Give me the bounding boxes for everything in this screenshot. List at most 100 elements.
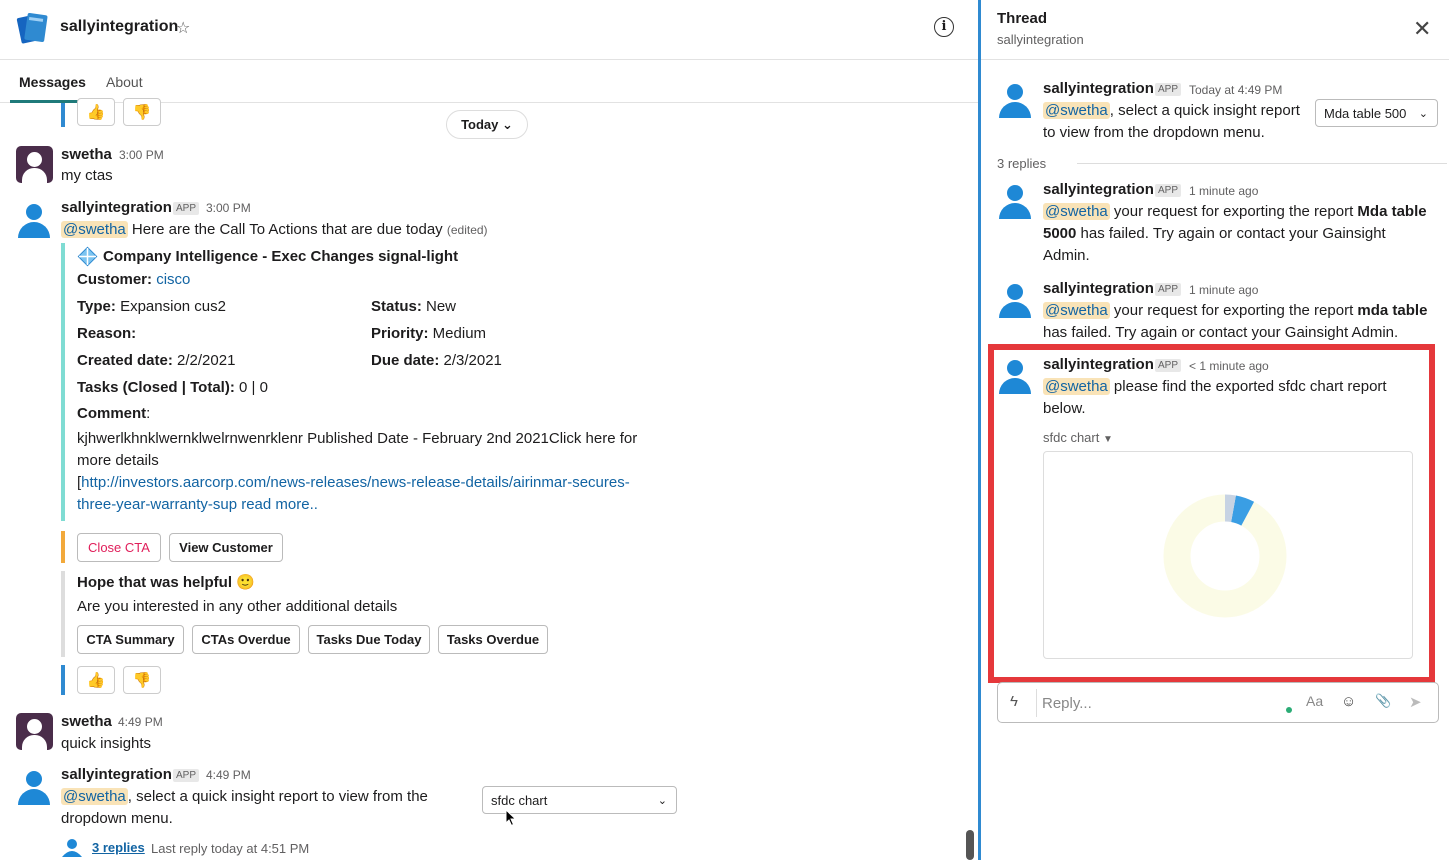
author-name[interactable]: swetha: [61, 713, 112, 730]
mention[interactable]: @swetha: [1043, 102, 1110, 119]
info-icon[interactable]: i: [934, 17, 954, 37]
author-name[interactable]: sallyintegration: [61, 766, 172, 783]
donut-slice-0: [1163, 494, 1287, 618]
message-time[interactable]: 3:00 PM: [206, 201, 251, 215]
mention[interactable]: @swetha: [1043, 302, 1110, 319]
message-text: @swetha, select a quick insight report t…: [61, 788, 428, 827]
thread-title: Thread: [997, 10, 1048, 27]
avatar[interactable]: [16, 713, 53, 750]
channel-tabs: Messages About: [0, 60, 978, 103]
message-text: @swetha your request for exporting the r…: [1043, 302, 1428, 341]
message-text: quick insights: [61, 735, 152, 752]
avatar[interactable]: [996, 358, 1034, 396]
tab-about[interactable]: About: [106, 74, 143, 90]
card-comment-label: Comment:: [77, 405, 151, 422]
avatar[interactable]: [996, 282, 1034, 320]
shortcuts-icon[interactable]: ϟ: [1010, 693, 1018, 710]
report-select[interactable]: Mda table 500 ⌄: [1315, 99, 1438, 127]
thread-pane: Thread sallyintegration ✕ sallyintegrati…: [981, 0, 1449, 860]
attachment-toggle[interactable]: sfdc chart ▼: [1043, 430, 1113, 445]
message-time[interactable]: < 1 minute ago: [1189, 359, 1269, 373]
reply-input[interactable]: [1042, 691, 1272, 715]
customer-link[interactable]: cisco: [156, 271, 190, 288]
close-icon[interactable]: ✕: [1413, 16, 1431, 42]
mention[interactable]: @swetha: [61, 788, 128, 805]
tab-messages[interactable]: Messages: [19, 74, 86, 90]
helpful-subtitle: Are you interested in any other addition…: [77, 598, 398, 615]
author-name[interactable]: swetha: [61, 146, 112, 163]
thumbs-up-button[interactable]: 👍: [77, 98, 115, 126]
thumbs-up-icon: 👍: [86, 672, 106, 689]
thumbs-down-icon: 👎: [132, 104, 152, 121]
attach-icon[interactable]: 📎: [1375, 693, 1391, 709]
author-name[interactable]: sallyintegration: [1043, 80, 1154, 97]
feedback-reactions: 👍 👎: [77, 666, 161, 694]
message-time[interactable]: 4:49 PM: [206, 768, 251, 782]
thumbs-up-button[interactable]: 👍: [77, 666, 115, 694]
message-text: @swetha your request for exporting the r…: [1043, 203, 1427, 264]
avatar[interactable]: [16, 146, 53, 183]
emoji-icon[interactable]: ☺: [1341, 693, 1356, 710]
card-due-date: Due date: 2/3/2021: [371, 352, 502, 369]
card-customer: Customer: cisco: [77, 271, 191, 288]
thumbs-down-button[interactable]: 👎: [123, 666, 161, 694]
message-time[interactable]: 1 minute ago: [1189, 184, 1258, 198]
author-name[interactable]: sallyintegration: [1043, 356, 1154, 373]
author-name[interactable]: sallyintegration: [1043, 181, 1154, 198]
card-priority: Priority: Medium: [371, 325, 487, 342]
tasks-due-today-button[interactable]: Tasks Due Today: [308, 625, 430, 654]
mention[interactable]: @swetha: [1043, 378, 1110, 395]
message-text: my ctas: [61, 167, 113, 184]
view-customer-button[interactable]: View Customer: [169, 533, 283, 562]
thread-header: Thread sallyintegration ✕: [981, 0, 1449, 60]
cta-summary-button[interactable]: CTA Summary: [77, 625, 184, 654]
mouse-cursor-icon: [505, 809, 517, 827]
close-cta-button[interactable]: Close CTA: [77, 533, 161, 562]
actions-bar: [61, 531, 65, 563]
reply-composer: ϟ Aa ☺ 📎 ➤: [997, 682, 1439, 723]
avatar[interactable]: [996, 183, 1034, 221]
card-title: Company Intelligence - Exec Changes sign…: [103, 248, 459, 265]
online-status-icon: [1286, 707, 1292, 713]
channel-name[interactable]: sallyintegration: [60, 18, 178, 36]
ctas-overdue-button[interactable]: CTAs Overdue: [192, 625, 300, 654]
card-tasks: Tasks (Closed | Total): 0 | 0: [77, 379, 268, 396]
caret-down-icon: ▼: [1102, 434, 1113, 445]
comment-link[interactable]: http://investors.aarcorp.com/news-releas…: [81, 474, 630, 491]
mention[interactable]: @swetha: [1043, 203, 1110, 220]
scrollbar[interactable]: [966, 830, 974, 860]
avatar[interactable]: [996, 82, 1034, 120]
donut-chart: [1163, 494, 1287, 618]
chart-image[interactable]: [1043, 451, 1413, 659]
replies-link[interactable]: 3 replies: [92, 840, 145, 855]
helpful-title: Hope that was helpful 🙂: [77, 574, 255, 591]
message-time[interactable]: 4:49 PM: [118, 715, 163, 729]
feedback-bar: [61, 665, 65, 695]
author-name[interactable]: sallyintegration: [61, 199, 172, 216]
replies-divider: 3 replies: [997, 155, 1447, 171]
mention[interactable]: @swetha: [61, 221, 128, 238]
message-time[interactable]: 1 minute ago: [1189, 283, 1258, 297]
comment-link-continued[interactable]: three-year-warranty-sup read more..: [77, 494, 677, 516]
send-icon[interactable]: ➤: [1409, 693, 1422, 711]
thumbs-down-button[interactable]: 👎: [123, 98, 161, 126]
app-badge: APP: [1155, 83, 1182, 96]
diamond-icon: [77, 246, 98, 267]
app-badge: APP: [1155, 283, 1182, 296]
feedback-bar: [61, 103, 65, 127]
format-icon[interactable]: Aa: [1306, 693, 1323, 709]
channel-header: sallyintegration ☆ i: [0, 0, 978, 60]
thumbs-up-icon: 👍: [86, 104, 106, 121]
thread-subtitle[interactable]: sallyintegration: [997, 32, 1084, 47]
star-icon[interactable]: ☆: [176, 18, 190, 38]
date-divider-button[interactable]: Today ⌄: [446, 110, 528, 139]
avatar[interactable]: [15, 769, 53, 807]
author-name[interactable]: sallyintegration: [1043, 280, 1154, 297]
message-list: 👍 👎 Today ⌄ swetha 3:00 PM my ctas sally…: [0, 98, 978, 860]
tasks-overdue-button[interactable]: Tasks Overdue: [438, 625, 548, 654]
card-type: Type: Expansion cus2: [77, 298, 226, 315]
avatar[interactable]: [15, 202, 53, 240]
message-time[interactable]: Today at 4:49 PM: [1189, 83, 1282, 97]
smile-icon: 🙂: [236, 574, 255, 591]
message-time[interactable]: 3:00 PM: [119, 148, 164, 162]
